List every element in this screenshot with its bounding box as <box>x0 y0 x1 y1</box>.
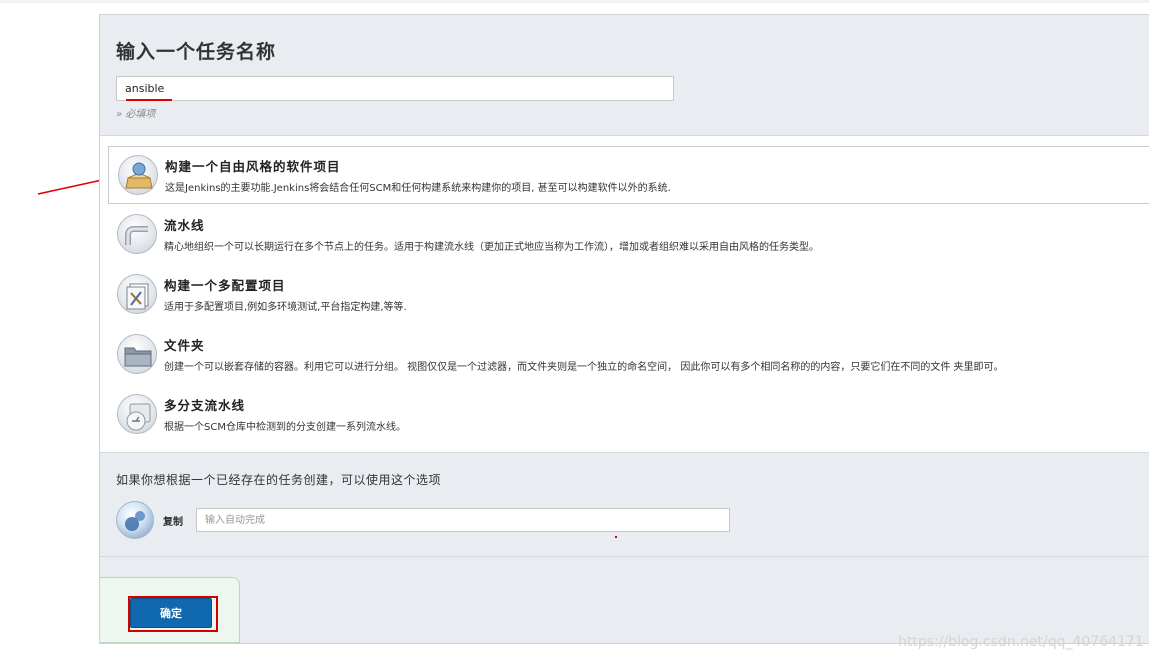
item-type-label: 流水线 <box>164 218 205 233</box>
item-type-description: 创建一个可以嵌套存储的容器。利用它可以进行分组。 视图仅仅是一个过滤器，而文件夹… <box>164 362 1004 373</box>
item-type-multi-config[interactable]: 构建一个多配置项目 适用于多配置项目,例如多环境测试,平台指定构建,等等. <box>108 266 1149 324</box>
annotation-underline <box>126 99 172 101</box>
folder-icon <box>117 334 157 374</box>
freestyle-project-icon <box>118 155 158 195</box>
item-type-description: 精心地组织一个可以长期运行在多个节点上的任务。适用于构建流水线（更加正式地应当称… <box>164 242 819 253</box>
item-type-description: 适用于多配置项目,例如多环境测试,平台指定构建,等等. <box>164 302 407 313</box>
item-type-list: 构建一个自由风格的软件项目 这是Jenkins的主要功能.Jenkins将会结合… <box>100 135 1149 453</box>
item-type-label: 多分支流水线 <box>164 398 246 413</box>
annotation-highlight-box <box>128 596 218 632</box>
multibranch-pipeline-icon <box>117 394 157 434</box>
copy-label: 复制 <box>163 517 183 528</box>
required-hint: » 必填项 <box>116 109 156 120</box>
page-title: 输入一个任务名称 <box>116 41 277 63</box>
item-type-multibranch[interactable]: 多分支流水线 根据一个SCM仓库中检测到的分支创建一系列流水线。 <box>108 386 1149 444</box>
item-type-label: 构建一个多配置项目 <box>164 278 286 293</box>
item-type-description: 这是Jenkins的主要功能.Jenkins将会结合任何SCM和任何构建系统来构… <box>165 183 671 194</box>
item-name-section: 输入一个任务名称 » 必填项 <box>100 15 1149 135</box>
copy-item-icon <box>116 501 154 539</box>
item-type-pipeline[interactable]: 流水线 精心地组织一个可以长期运行在多个节点上的任务。适用于构建流水线（更加正式… <box>108 206 1149 264</box>
item-type-freestyle[interactable]: 构建一个自由风格的软件项目 这是Jenkins的主要功能.Jenkins将会结合… <box>108 146 1149 204</box>
watermark: https://blog.csdn.net/qq_40764171 <box>898 634 1144 650</box>
item-type-folder[interactable]: 文件夹 创建一个可以嵌套存储的容器。利用它可以进行分组。 视图仅仅是一个过滤器，… <box>108 326 1149 384</box>
bottom-button-bar: 确定 <box>100 577 240 643</box>
pipeline-icon <box>117 214 157 254</box>
item-name-input[interactable] <box>116 76 674 101</box>
item-type-label: 构建一个自由风格的软件项目 <box>165 159 341 174</box>
item-type-label: 文件夹 <box>164 338 205 353</box>
copy-from-input[interactable] <box>196 508 730 532</box>
item-type-description: 根据一个SCM仓库中检测到的分支创建一系列流水线。 <box>164 422 406 433</box>
new-item-panel: 输入一个任务名称 » 必填项 构建一个自由风格的软件项目 这是Jenkins的主… <box>99 14 1149 644</box>
top-border <box>0 0 1149 3</box>
annotation-dot <box>615 536 617 538</box>
copy-section-title: 如果你想根据一个已经存在的任务创建，可以使用这个选项 <box>116 473 442 487</box>
multi-config-icon <box>117 274 157 314</box>
copy-from-section: 如果你想根据一个已经存在的任务创建，可以使用这个选项 复制 <box>100 453 1149 557</box>
